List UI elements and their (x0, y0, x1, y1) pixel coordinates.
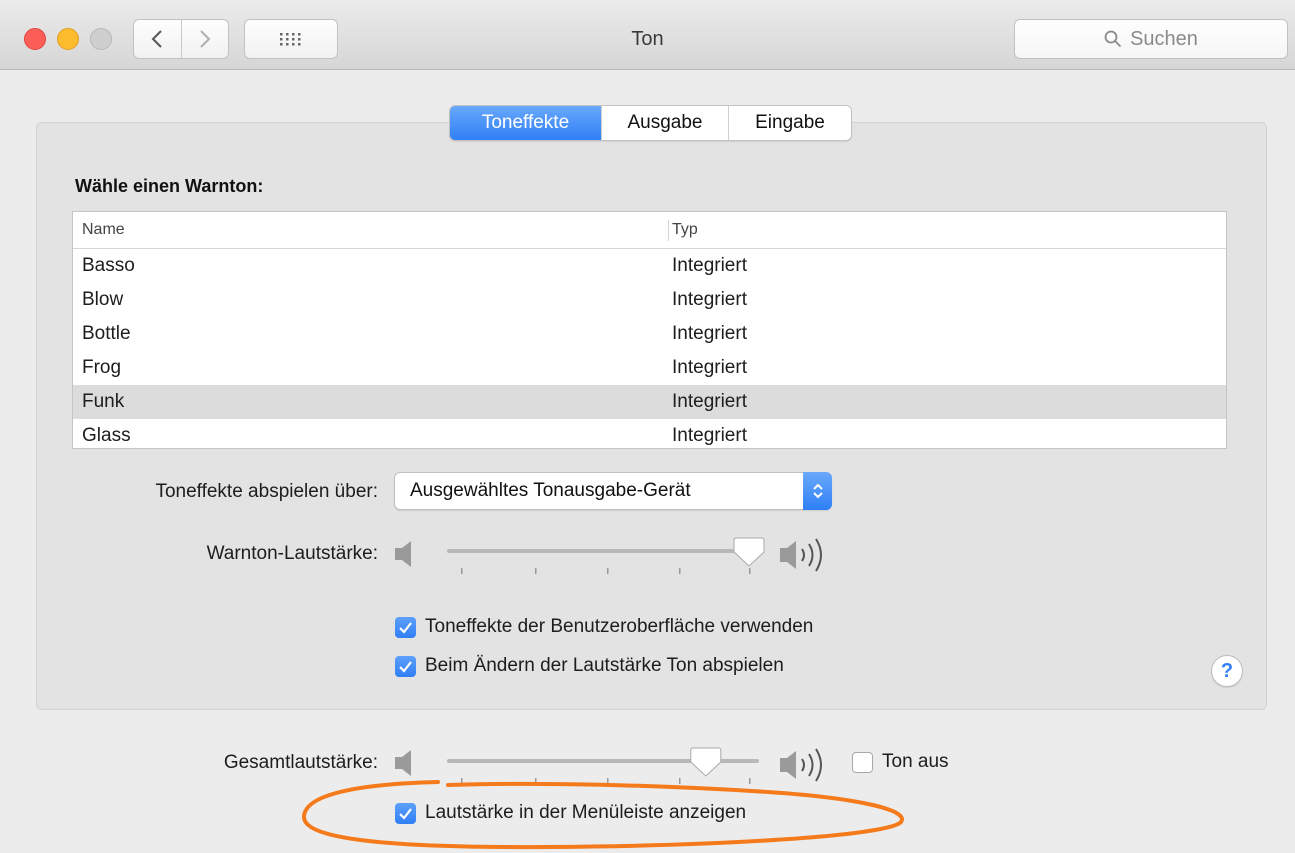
column-header-type[interactable]: Typ (669, 221, 698, 239)
alert-volume-slider[interactable] (445, 536, 775, 580)
sound-name: Frog (82, 357, 122, 378)
play-through-label: Toneffekte abspielen über: (155, 481, 378, 502)
sound-type: Integriert (672, 289, 747, 310)
column-header-name[interactable]: Name (73, 219, 669, 241)
alert-sound-heading: Wähle einen Warnton: (75, 176, 264, 196)
sound-name: Basso (82, 255, 135, 276)
feedback-checkbox[interactable] (395, 655, 416, 677)
sound-name: Bottle (82, 323, 131, 344)
speaker-low-icon (395, 750, 411, 776)
output-volume-label: Gesamtlautstärke: (223, 752, 378, 773)
list-item[interactable]: Blow Integriert (73, 283, 1226, 317)
checkmark-icon (399, 621, 412, 634)
play-through-popup[interactable]: Ausgewähltes Tonausgabe-Gerät (394, 472, 832, 510)
list-header: Name Typ (73, 212, 1226, 249)
feedback-label: Beim Ändern der Lautstärke Ton abspielen (425, 655, 784, 676)
ui-sounds-label: Toneffekte der Benutzeroberfläche verwen… (425, 616, 814, 637)
ui-sounds-checkbox-row[interactable]: Toneffekte der Benutzeroberfläche verwen… (395, 616, 813, 638)
list-item[interactable]: Basso Integriert (73, 249, 1226, 283)
alert-sound-list[interactable]: Name Typ Basso Integriert Blow Integrier… (72, 211, 1227, 449)
ui-sounds-checkbox[interactable] (395, 616, 416, 638)
speaker-low-icon (395, 541, 411, 567)
sound-name: Funk (82, 391, 125, 412)
list-item[interactable]: Bottle Integriert (73, 317, 1226, 351)
sound-name: Glass (82, 425, 131, 446)
alert-volume-label: Warnton-Lautstärke: (206, 543, 378, 564)
mute-checkbox[interactable] (852, 751, 873, 773)
feedback-checkbox-row[interactable]: Beim Ändern der Lautstärke Ton abspielen (395, 655, 784, 677)
list-item[interactable]: Frog Integriert (73, 351, 1226, 385)
sound-type: Integriert (672, 391, 747, 412)
title-bar: Ton Suchen (0, 0, 1295, 70)
list-item-selected[interactable]: Funk Integriert (73, 385, 1226, 419)
tab-ausgabe[interactable]: Ausgabe (601, 106, 728, 140)
list-item[interactable]: Glass Integriert (73, 419, 1226, 448)
annotation-highlight-circle (302, 780, 905, 850)
search-field[interactable]: Suchen (1014, 19, 1288, 59)
tab-toneffekte[interactable]: Toneffekte (450, 106, 601, 140)
output-volume-thumb[interactable] (690, 747, 722, 777)
play-through-value: Ausgewähltes Tonausgabe-Gerät (410, 480, 691, 501)
speaker-high-icon (780, 538, 822, 572)
search-icon (1104, 30, 1122, 48)
search-placeholder: Suchen (1130, 27, 1198, 50)
help-button[interactable]: ? (1211, 655, 1243, 687)
sound-type: Integriert (672, 357, 747, 378)
tab-eingabe[interactable]: Eingabe (728, 106, 851, 140)
checkmark-icon (399, 660, 412, 673)
popup-arrows-icon (803, 472, 832, 510)
tab-bar: Toneffekte Ausgabe Eingabe (449, 105, 852, 141)
alert-volume-thumb[interactable] (733, 537, 765, 567)
sound-type: Integriert (672, 323, 747, 344)
mute-label: Ton aus (882, 751, 949, 772)
sound-type: Integriert (672, 425, 747, 446)
sound-type: Integriert (672, 255, 747, 276)
mute-checkbox-row[interactable]: Ton aus (852, 751, 949, 773)
sound-name: Blow (82, 289, 124, 310)
